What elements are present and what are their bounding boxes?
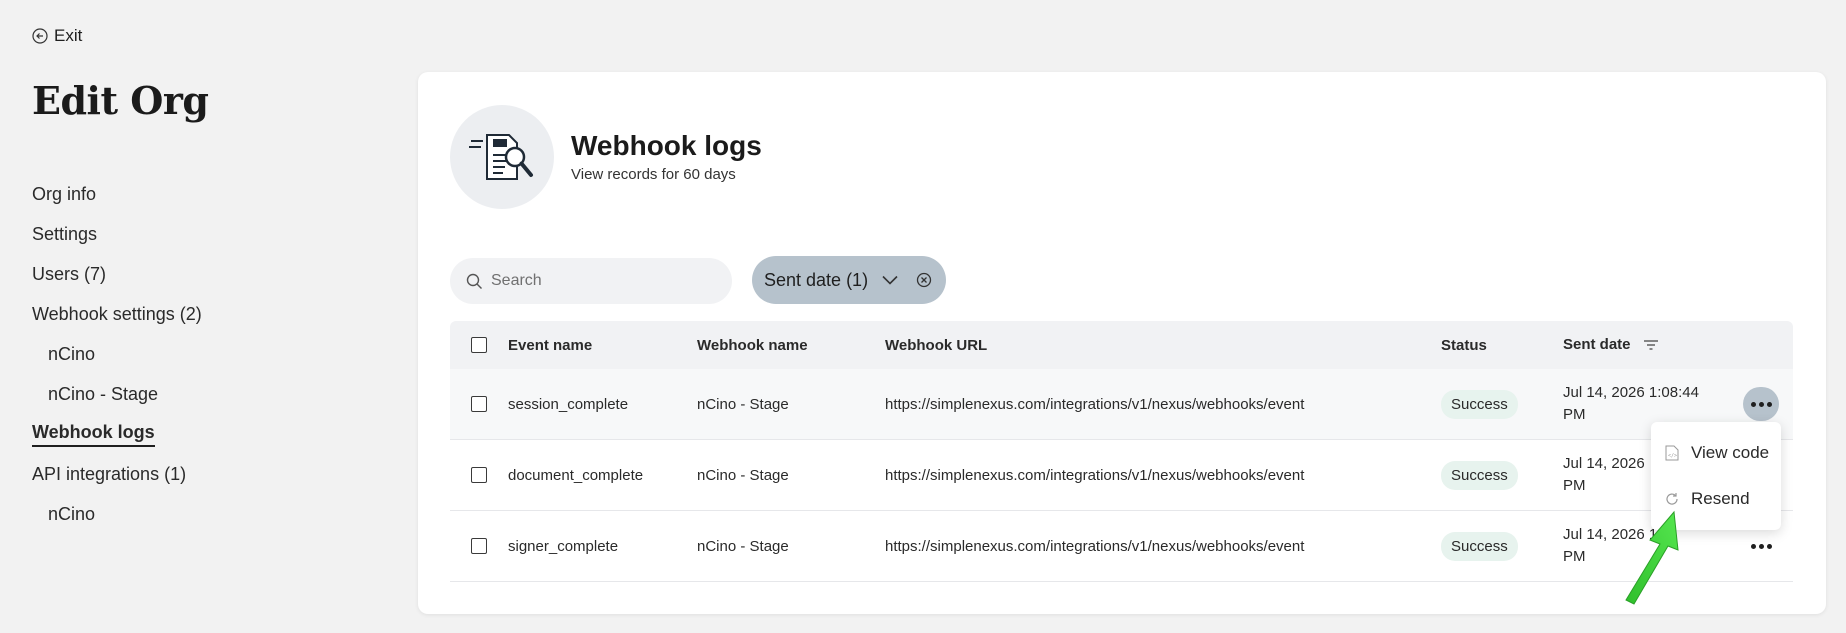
cell-webhook-name: nCino - Stage	[697, 395, 789, 413]
status-badge: Success	[1441, 460, 1518, 490]
webhook-logs-table: Event name Webhook name Webhook URL Stat…	[450, 321, 1793, 582]
row-checkbox[interactable]	[471, 467, 487, 483]
table-row[interactable]: session_complete nCino - Stage https://s…	[450, 369, 1793, 440]
nav-item-webhook-settings[interactable]: Webhook settings (2)	[32, 294, 362, 334]
column-header-event: Event name	[508, 336, 593, 354]
cell-event-name: signer_complete	[508, 537, 619, 555]
column-header-date-label: Sent date	[1563, 336, 1631, 353]
header-icon-container	[450, 105, 554, 209]
select-all-checkbox[interactable]	[471, 337, 487, 353]
nav-item-label: Webhook settings (2)	[32, 303, 202, 324]
nav-item-label: Users (7)	[32, 263, 107, 284]
clear-filter-icon[interactable]	[916, 272, 932, 288]
cell-event-name: document_complete	[508, 466, 644, 484]
table-header: Event name Webhook name Webhook URL Stat…	[450, 321, 1793, 369]
svg-text:</>: </>	[1668, 453, 1677, 459]
table-row[interactable]: document_complete nCino - Stage https://…	[450, 440, 1793, 511]
nav-item-webhook-logs[interactable]: Webhook logs	[32, 414, 362, 454]
card-title: Webhook logs	[571, 130, 762, 161]
card-subtitle: View records for 60 days	[571, 166, 736, 183]
exit-link[interactable]: Exit	[32, 26, 82, 46]
nav-item-label: Webhook logs	[32, 422, 155, 447]
back-arrow-icon	[32, 28, 48, 44]
nav-subitem-ncino-api[interactable]: nCino	[32, 494, 362, 534]
nav-item-org-info[interactable]: Org info	[32, 174, 362, 214]
filter-sort-icon[interactable]	[1643, 339, 1659, 351]
nav-item-label: nCino	[48, 503, 96, 524]
pointer-arrow-icon	[1625, 510, 1679, 605]
side-nav: Org info Settings Users (7) Webhook sett…	[32, 174, 362, 534]
sent-date-line: Jul 14, 2026 1:08:44	[1563, 384, 1699, 401]
more-dots-icon	[1750, 401, 1756, 407]
filter-chip-label: Sent date (1)	[764, 269, 869, 290]
table-row[interactable]: signer_complete nCino - Stage https://si…	[450, 511, 1793, 582]
search-input[interactable]	[491, 272, 711, 290]
page-title: Edit Org	[32, 78, 209, 123]
row-checkbox[interactable]	[471, 538, 487, 554]
cell-webhook-url: https://simplenexus.com/integrations/v1/…	[885, 466, 1305, 484]
column-header-url: Webhook URL	[885, 336, 988, 354]
search-box[interactable]	[450, 258, 732, 304]
menu-item-label: View code	[1691, 443, 1770, 462]
nav-item-label: Org info	[32, 183, 97, 204]
document-search-icon	[469, 134, 533, 180]
column-header-webhook: Webhook name	[697, 336, 808, 354]
search-icon	[466, 273, 482, 289]
nav-subitem-ncino-stage[interactable]: nCino - Stage	[32, 374, 362, 414]
cell-sent-date: Jul 14, 2026 1:08:44 PM	[1563, 382, 1743, 426]
column-header-date[interactable]: Sent date	[1563, 334, 1743, 356]
cell-event-name: session_complete	[508, 395, 629, 413]
sent-date-filter-chip[interactable]: Sent date (1)	[752, 256, 946, 304]
nav-item-label: API integrations (1)	[32, 463, 187, 484]
cell-webhook-url: https://simplenexus.com/integrations/v1/…	[885, 537, 1305, 555]
more-actions-button[interactable]	[1743, 387, 1779, 421]
nav-item-label: Settings	[32, 223, 98, 244]
column-header-status: Status	[1441, 336, 1487, 354]
cell-webhook-url: https://simplenexus.com/integrations/v1/…	[885, 395, 1305, 413]
cell-webhook-name: nCino - Stage	[697, 537, 789, 555]
nav-item-label: nCino	[48, 343, 96, 364]
nav-item-users[interactable]: Users (7)	[32, 254, 362, 294]
menu-item-view-code[interactable]: </> View code	[1651, 430, 1781, 476]
nav-item-label: nCino - Stage	[48, 383, 159, 404]
status-badge: Success	[1441, 531, 1518, 561]
row-checkbox[interactable]	[471, 396, 487, 412]
status-badge: Success	[1441, 389, 1518, 419]
more-dots-icon	[1750, 543, 1756, 549]
refresh-icon	[1666, 493, 1678, 505]
exit-label: Exit	[54, 26, 83, 45]
more-actions-button[interactable]	[1743, 529, 1779, 563]
nav-item-api-integrations[interactable]: API integrations (1)	[32, 454, 362, 494]
code-file-icon: </>	[1665, 445, 1679, 461]
menu-item-label: Resend	[1691, 489, 1750, 508]
webhook-logs-card: Webhook logs View records for 60 days Se…	[418, 72, 1826, 614]
nav-subitem-ncino[interactable]: nCino	[32, 334, 362, 374]
nav-item-settings[interactable]: Settings	[32, 214, 362, 254]
cell-webhook-name: nCino - Stage	[697, 466, 789, 484]
chevron-down-icon[interactable]	[882, 275, 898, 285]
